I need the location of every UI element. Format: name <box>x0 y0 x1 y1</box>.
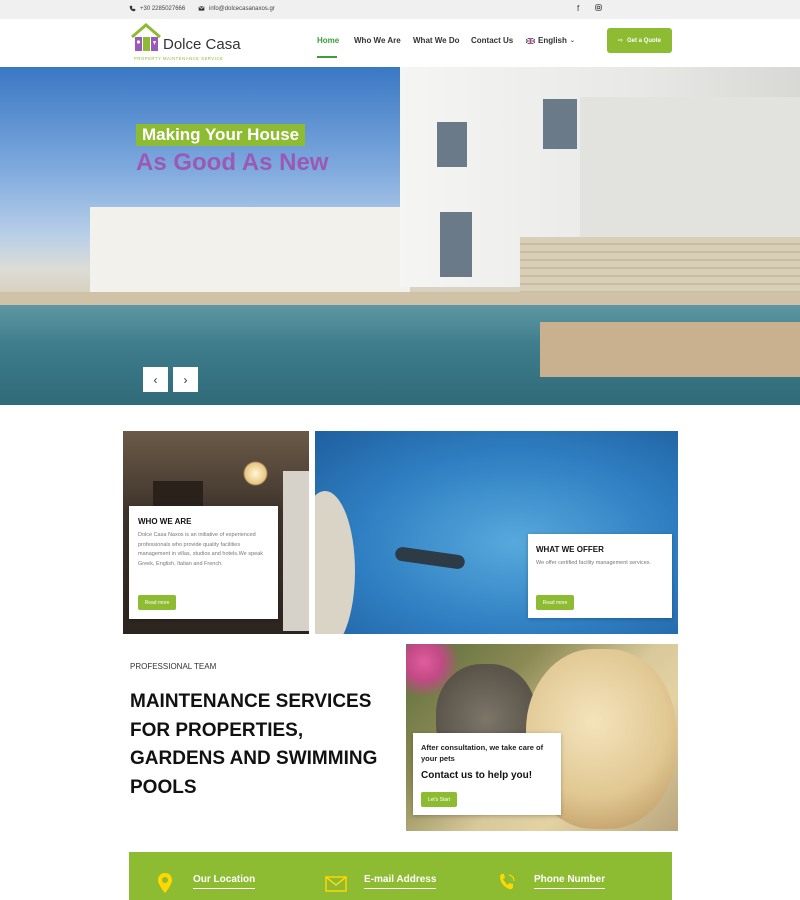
pets-cta: Contact us to help you! <box>421 770 533 781</box>
facebook-icon[interactable]: f <box>577 4 579 13</box>
get-quote-button[interactable]: ⇨ Get a Quote <box>607 28 672 53</box>
uk-flag-icon <box>526 37 535 44</box>
language-label: English <box>538 36 567 45</box>
topbar-phone-text: +30 2285027666 <box>140 5 186 12</box>
swimmer <box>394 546 466 570</box>
contact-phone-title: Phone Number <box>534 874 606 889</box>
offer-read-more-button[interactable]: Read more <box>536 595 574 610</box>
nav-what-we-do[interactable]: What We Do <box>413 36 460 45</box>
topbar-email[interactable]: info@dolcecasanaxos.gr <box>198 5 275 12</box>
hero-deck <box>540 322 800 377</box>
top-bar: +30 2285027666 info@dolcecasanaxos.gr f <box>0 0 800 19</box>
instagram-icon[interactable] <box>595 4 602 13</box>
site-logo[interactable]: Dolce Casa PROPERTY MAINTENANCE SERVICE <box>130 23 241 63</box>
phone-icon <box>129 5 136 12</box>
get-quote-label: Get a Quote <box>627 37 662 44</box>
topbar-phone[interactable]: +30 2285027666 <box>129 5 185 12</box>
lets-start-button[interactable]: Let's Start <box>421 792 457 807</box>
lamp <box>243 461 268 486</box>
nav-active-underline <box>317 56 337 58</box>
pool-edge <box>315 491 355 634</box>
wall-art <box>153 481 203 506</box>
who-we-are-text: Dolce Casa Naxos is an initiative of exp… <box>138 532 263 567</box>
nav-contact-us[interactable]: Contact Us <box>471 36 513 45</box>
chevron-down-icon: ⌄ <box>569 38 575 44</box>
brand-tagline: PROPERTY MAINTENANCE SERVICE <box>134 56 224 61</box>
hero-terrace <box>0 292 800 306</box>
curtain <box>283 471 309 631</box>
who-read-more-button[interactable]: Read more <box>138 595 176 610</box>
phone-ring-icon <box>500 874 515 890</box>
pets-text: After consultation, we take care of your… <box>421 743 544 763</box>
what-we-offer-text: We offer certified facility management s… <box>536 560 652 566</box>
nav-who-we-are[interactable]: Who We Are <box>354 36 401 45</box>
slider-prev-button[interactable]: ‹ <box>143 367 168 392</box>
topbar-email-text: info@dolcecasanaxos.gr <box>209 5 275 12</box>
villa-window <box>543 99 577 149</box>
hero-headline-2: As Good As New <box>136 149 329 176</box>
who-we-are-card: WHO WE ARE Dolce Casa Naxos is an initia… <box>129 506 278 619</box>
house-logo-icon <box>131 23 161 51</box>
contact-location-title: Our Location <box>193 874 256 889</box>
nav-home[interactable]: Home <box>317 36 339 45</box>
message-icon <box>198 6 205 11</box>
envelope-icon <box>325 876 347 892</box>
site-header: Dolce Casa PROPERTY MAINTENANCE SERVICE … <box>0 19 800 67</box>
contact-email-title: E-mail Address <box>364 874 437 889</box>
contact-bar: Our Location E-mail Address Phone Number <box>129 852 672 900</box>
what-we-offer-card: WHAT WE OFFER We offer certified facilit… <box>528 534 672 618</box>
hero-pool-house <box>90 207 410 292</box>
villa-door <box>440 212 472 277</box>
slider-next-button[interactable]: › <box>173 367 198 392</box>
language-selector[interactable]: English ⌄ <box>526 36 575 45</box>
hero-slider: Making Your House As Good As New ‹ › <box>0 67 800 405</box>
pets-card: After consultation, we take care of your… <box>413 733 561 815</box>
what-we-offer-title: WHAT WE OFFER <box>536 545 604 554</box>
hero-headline-1: Making Your House <box>136 124 306 146</box>
arrow-right-icon: ⇨ <box>617 38 623 44</box>
section-eyebrow: PROFESSIONAL TEAM <box>130 662 217 671</box>
location-pin-icon <box>158 873 172 893</box>
who-we-are-title: WHO WE ARE <box>138 517 192 526</box>
brand-name: Dolce Casa <box>163 36 241 53</box>
section-title: MAINTENANCE SERVICES FOR PROPERTIES, GAR… <box>130 691 378 798</box>
villa-window <box>437 122 467 167</box>
